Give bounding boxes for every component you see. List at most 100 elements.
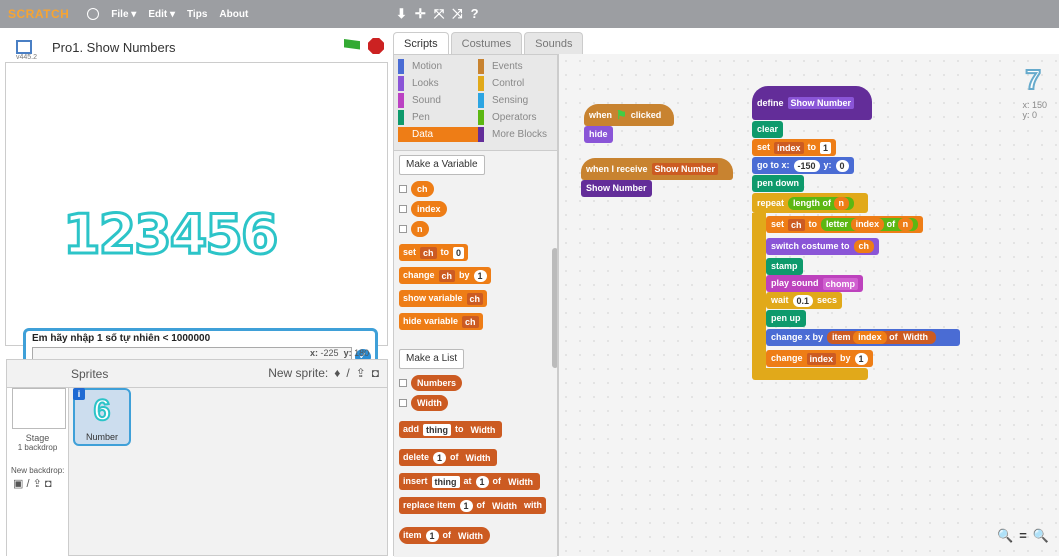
zoom-reset-icon[interactable]: = bbox=[1019, 528, 1027, 544]
stage-canvas[interactable]: 123456 Em hãy nhập 1 số tự nhiên < 10000… bbox=[5, 62, 388, 371]
help-icon[interactable]: ? bbox=[471, 6, 479, 22]
change-variable-block[interactable]: change ch by 1 bbox=[399, 267, 491, 284]
value-input[interactable]: 1 bbox=[854, 352, 868, 365]
show-variable-block[interactable]: show variable ch bbox=[399, 290, 488, 307]
category-events[interactable]: Events bbox=[478, 59, 558, 74]
tab-costumes[interactable]: Costumes bbox=[450, 32, 523, 54]
checkbox[interactable] bbox=[399, 225, 407, 233]
var-reporter[interactable]: index bbox=[853, 331, 887, 344]
category-data[interactable]: Data bbox=[398, 127, 478, 142]
stage-thumbnail[interactable] bbox=[12, 388, 66, 429]
stop-sign-icon[interactable] bbox=[368, 38, 384, 54]
list-dropdown[interactable]: Width bbox=[900, 331, 931, 343]
upload-icon[interactable]: ⇪ bbox=[356, 366, 366, 380]
index-input[interactable]: 1 bbox=[433, 451, 447, 464]
x-input[interactable]: -150 bbox=[793, 159, 820, 172]
category-more-blocks[interactable]: More Blocks bbox=[478, 127, 558, 142]
make-list-button[interactable]: Make a List bbox=[399, 349, 465, 369]
index-input[interactable]: 1 bbox=[425, 529, 439, 542]
menu-file[interactable]: File ▾ bbox=[111, 9, 136, 20]
pen-up-block[interactable]: pen up bbox=[766, 310, 806, 327]
category-motion[interactable]: Motion bbox=[398, 59, 478, 74]
set-variable-block[interactable]: set ch to 0 bbox=[399, 244, 469, 261]
menu-about[interactable]: About bbox=[219, 9, 248, 20]
hide-block[interactable]: hide bbox=[584, 126, 613, 143]
switch-costume-block[interactable]: switch costume to ch bbox=[766, 238, 880, 255]
checkbox[interactable] bbox=[399, 205, 407, 213]
hide-variable-block[interactable]: hide variable ch bbox=[399, 313, 483, 330]
play-sound-block[interactable]: play sound chomp bbox=[766, 275, 864, 292]
letter-of-reporter[interactable]: letter index of n bbox=[821, 218, 919, 231]
list-dropdown[interactable]: Width bbox=[468, 424, 499, 436]
shrink-icon[interactable]: ⤨ bbox=[452, 6, 462, 22]
value-input[interactable]: 0.1 bbox=[792, 294, 814, 307]
backdrop-paint-icon[interactable]: / bbox=[26, 478, 29, 490]
var-reporter[interactable]: n bbox=[897, 218, 914, 231]
var-reporter[interactable]: ch bbox=[853, 240, 875, 253]
checkbox[interactable] bbox=[399, 185, 407, 193]
duplicate-stamp-icon[interactable]: ⬇ bbox=[396, 6, 407, 22]
list-dropdown[interactable]: Width bbox=[489, 500, 520, 512]
category-sound[interactable]: Sound bbox=[398, 93, 478, 108]
paint-brush-icon[interactable]: / bbox=[346, 366, 349, 380]
stamp-block[interactable]: stamp bbox=[766, 258, 803, 275]
checkbox[interactable] bbox=[399, 399, 407, 407]
list-dropdown[interactable]: Width bbox=[455, 530, 486, 542]
value-input[interactable]: 0 bbox=[453, 246, 465, 259]
index-input[interactable]: 1 bbox=[459, 499, 473, 512]
var-dropdown[interactable]: ch bbox=[438, 269, 456, 282]
when-flag-clicked-hat[interactable]: when ⚑ clicked bbox=[584, 104, 674, 126]
scripts-area[interactable]: when ⚑ clicked hide when I receive Show Num… bbox=[558, 54, 1059, 556]
var-dropdown[interactable]: ch bbox=[462, 315, 479, 328]
set-ch-block[interactable]: set ch to letter index of n bbox=[766, 216, 924, 233]
var-reporter[interactable]: index bbox=[850, 218, 885, 231]
change-index-block[interactable]: change index by 1 bbox=[766, 350, 873, 367]
camera-icon[interactable]: ◘ bbox=[372, 366, 379, 380]
category-control[interactable]: Control bbox=[478, 76, 558, 91]
category-pen[interactable]: Pen bbox=[398, 110, 478, 125]
delete-of-list-block[interactable]: delete 1 of Width bbox=[399, 449, 498, 466]
category-operators[interactable]: Operators bbox=[478, 110, 558, 125]
var-reporter[interactable]: n bbox=[833, 196, 850, 210]
info-icon[interactable]: i bbox=[73, 388, 85, 400]
define-block[interactable]: define Show Number bbox=[752, 86, 872, 120]
variable-reporter[interactable]: ch bbox=[411, 181, 434, 197]
variable-reporter[interactable]: n bbox=[411, 221, 429, 237]
zoom-out-icon[interactable]: 🔍 bbox=[997, 528, 1013, 544]
make-variable-button[interactable]: Make a Variable bbox=[399, 155, 485, 175]
project-title[interactable]: Pro1. Show Numbers bbox=[52, 40, 176, 55]
backdrop-library-icon[interactable]: ▣ bbox=[13, 478, 23, 490]
list-reporter[interactable]: Numbers bbox=[411, 375, 463, 391]
call-show-number-block[interactable]: Show Number bbox=[581, 180, 652, 197]
set-index-block[interactable]: set index to 1 bbox=[752, 139, 837, 156]
category-sensing[interactable]: Sensing bbox=[478, 93, 558, 108]
var-dropdown[interactable]: index bbox=[806, 352, 837, 365]
length-of-reporter[interactable]: length of n bbox=[788, 196, 855, 210]
value-input[interactable]: thing bbox=[423, 423, 452, 436]
value-input[interactable]: 1 bbox=[473, 269, 487, 282]
item-reporter[interactable]: item index of Width bbox=[827, 331, 937, 344]
message-dropdown[interactable]: Show Number bbox=[651, 163, 719, 175]
var-dropdown[interactable]: ch bbox=[466, 292, 484, 305]
clear-block[interactable]: clear bbox=[752, 121, 784, 138]
list-dropdown[interactable]: Width bbox=[505, 476, 536, 488]
tab-scripts[interactable]: Scripts bbox=[393, 32, 449, 54]
list-reporter[interactable]: Width bbox=[411, 395, 448, 411]
palette-scrollbar[interactable] bbox=[552, 248, 557, 368]
green-flag-icon[interactable] bbox=[344, 39, 360, 50]
value-input[interactable]: thing bbox=[431, 475, 460, 488]
replace-item-block[interactable]: replace item 1 of Width with bbox=[399, 497, 546, 514]
variable-reporter[interactable]: index bbox=[411, 201, 447, 217]
index-input[interactable]: 1 bbox=[475, 475, 489, 488]
var-dropdown[interactable]: ch bbox=[788, 218, 805, 231]
y-input[interactable]: 0 bbox=[835, 159, 849, 172]
fullscreen-icon[interactable] bbox=[16, 40, 32, 54]
menu-tips[interactable]: Tips bbox=[187, 9, 207, 20]
go-to-xy-block[interactable]: go to x: -150 y: 0 bbox=[752, 157, 854, 174]
var-dropdown[interactable]: index bbox=[774, 141, 804, 154]
pen-down-block[interactable]: pen down bbox=[752, 175, 804, 192]
list-dropdown[interactable]: Width bbox=[463, 452, 494, 464]
category-looks[interactable]: Looks bbox=[398, 76, 478, 91]
repeat-block[interactable]: repeat length of n bbox=[752, 193, 868, 213]
tab-sounds[interactable]: Sounds bbox=[524, 32, 584, 54]
